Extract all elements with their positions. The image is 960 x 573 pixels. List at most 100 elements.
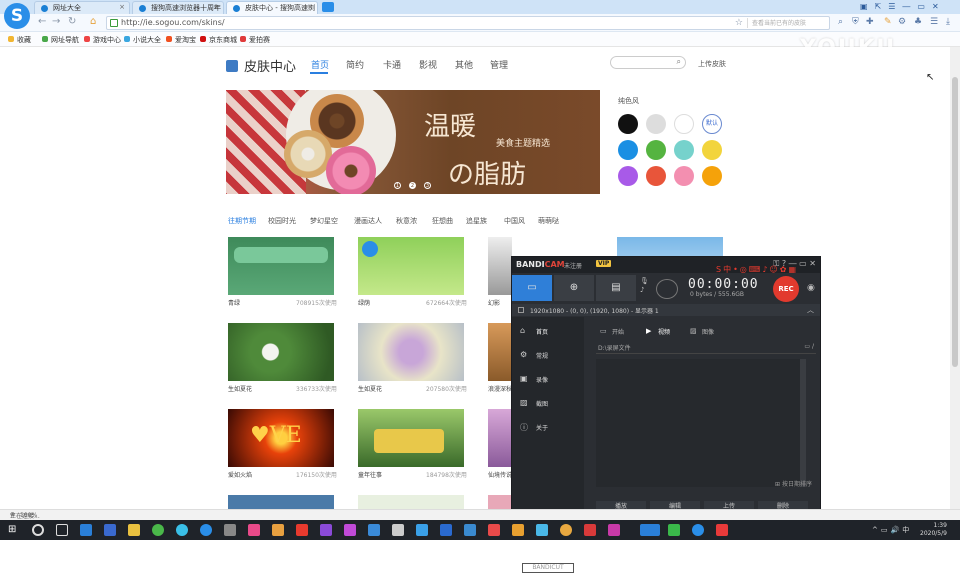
color-swatch[interactable] [618,166,638,186]
tray-icons[interactable]: ^▭🔊中 [872,525,912,535]
skin-thumbnail[interactable] [488,409,512,467]
skin-thumbnail[interactable] [488,495,512,509]
back-icon[interactable]: ← [38,16,46,27]
close-icon[interactable]: × [307,3,313,11]
app-icon[interactable] [536,524,548,536]
tab-video[interactable]: ▶ 视频 [646,327,670,336]
category-tab[interactable]: 狂想曲 [432,216,453,226]
skin-thumbnail[interactable] [488,323,512,381]
bookmark-aipai[interactable]: 爱拍赛 [240,35,270,45]
color-swatch[interactable] [646,140,666,160]
sogou-taskbar-icon[interactable] [692,524,704,536]
forward-icon[interactable]: → [52,16,60,27]
app-icon[interactable] [104,524,116,536]
game-icon[interactable]: ♣ [914,17,922,27]
shield-icon[interactable]: ⛨ [852,17,859,27]
app-icon[interactable] [224,524,236,536]
extension-icon[interactable]: ✚ [866,17,874,27]
settings-icon[interactable] [392,524,404,536]
skin-center-logo[interactable]: 皮肤中心 [226,56,296,75]
app-icon[interactable] [512,524,524,536]
sogou-ime-toolbar[interactable]: S中•◎⌨♪☺✿▦ [716,264,820,276]
skin-thumbnail[interactable] [228,237,334,295]
tab-nav[interactable]: 网址大全 × [34,1,130,14]
star-icon[interactable]: ☆ [735,18,743,28]
app-icon[interactable] [152,524,164,536]
search-icon[interactable]: ⌕ [677,57,681,67]
skin-thumbnail[interactable] [228,495,334,509]
folder-open-icon[interactable]: ▭ / [804,343,814,350]
task-view-icon[interactable] [56,524,68,536]
record-button[interactable]: REC [773,276,799,302]
app-icon[interactable] [716,524,728,536]
tab-start[interactable]: ▭ 开始 [600,327,624,336]
window-controls[interactable]: ▣⇱☰―▭✕ [860,2,946,11]
bookmark-novels[interactable]: 小说大全 [124,35,161,45]
nav-simple[interactable]: 简约 [346,58,364,71]
search-icon[interactable] [32,524,44,536]
chevron-up-icon[interactable]: ︿ [807,305,814,315]
bandicam-taskbar-icon[interactable] [640,524,660,536]
list-scrollbar[interactable] [800,359,806,487]
key-icon[interactable]: ✎ [884,17,892,27]
category-tab[interactable]: 漫画达人 [354,216,382,226]
app-icon[interactable] [272,524,284,536]
skin-thumbnail[interactable] [488,237,512,295]
tools-icon[interactable]: ⚙ [898,17,906,27]
app-icon[interactable] [560,524,572,536]
menu-icon[interactable]: ☰ [930,17,938,27]
color-swatch[interactable] [618,114,638,134]
refresh-icon[interactable]: ↻ [68,16,76,27]
taskbar-clock[interactable]: 1:39 2020/5/9 [920,522,947,538]
app-icon[interactable] [668,524,680,536]
close-icon[interactable]: × [213,3,219,11]
game-mode-button[interactable]: ⊕ [554,275,594,301]
checkbox-icon[interactable] [518,307,524,313]
color-swatch[interactable] [702,140,722,160]
app-icon[interactable] [464,524,476,536]
edge-icon[interactable] [80,524,92,536]
sidebar-item-image[interactable]: ▨ 截图 [520,398,548,408]
start-icon[interactable]: ⊞ [8,524,20,536]
camera-icon[interactable]: ◉ [807,283,815,293]
zoom-level[interactable]: ⊕ 100% [10,511,954,519]
app-icon[interactable] [368,524,380,536]
category-tab[interactable]: 秋意浓 [396,216,417,226]
nav-home[interactable]: 首页 [311,58,329,71]
banner-carousel[interactable]: 温暖 美食主题精选 の脂肪 [226,90,600,194]
vip-badge[interactable]: VIP [596,260,612,267]
bookmark-nav[interactable]: 网址导航 [42,35,79,45]
skin-thumbnail[interactable] [358,409,464,467]
close-icon[interactable]: × [119,3,125,11]
color-swatch[interactable] [674,166,694,186]
category-tab[interactable]: 中国风 [504,216,525,226]
recordings-list[interactable] [596,359,806,487]
skin-thumbnail[interactable] [228,323,334,381]
device-mode-button[interactable]: ▤ [596,275,636,301]
explorer-icon[interactable] [128,524,140,536]
sidebar-item-video[interactable]: ▣ 录像 [520,374,548,384]
app-icon[interactable] [176,524,188,536]
app-icon[interactable] [488,524,500,536]
color-swatch[interactable] [674,114,694,134]
download-icon[interactable]: ⤓ [946,17,950,27]
skin-thumbnail[interactable] [358,323,464,381]
category-tab[interactable]: 往期节期 [228,216,256,226]
search-hint[interactable]: 查看当前已有的皮肤 [747,18,827,28]
screen-mode-button[interactable]: ▭ [512,275,552,301]
carousel-dot-active[interactable]: 2 [409,182,416,189]
nav-cartoon[interactable]: 卡通 [383,58,401,71]
search-icon[interactable]: ⌕ [838,17,843,27]
skin-thumbnail[interactable]: ♥VE [228,409,334,467]
category-tab[interactable]: 萌萌哒 [538,216,559,226]
app-icon[interactable] [584,524,596,536]
tab-image[interactable]: ▨ 图像 [690,327,714,336]
bandicut-button[interactable]: BANDICUT [522,563,574,573]
bookmark-taobao[interactable]: 爱淘宝 [166,35,196,45]
tab-anniversary[interactable]: 搜狗高速浏览器十周年 × [132,1,224,14]
app-icon[interactable] [344,524,356,536]
color-swatch[interactable] [646,166,666,186]
scrollbar-thumb[interactable] [952,77,958,367]
category-tab[interactable]: 追星族 [466,216,487,226]
carousel-dot[interactable]: 3 [424,182,431,189]
